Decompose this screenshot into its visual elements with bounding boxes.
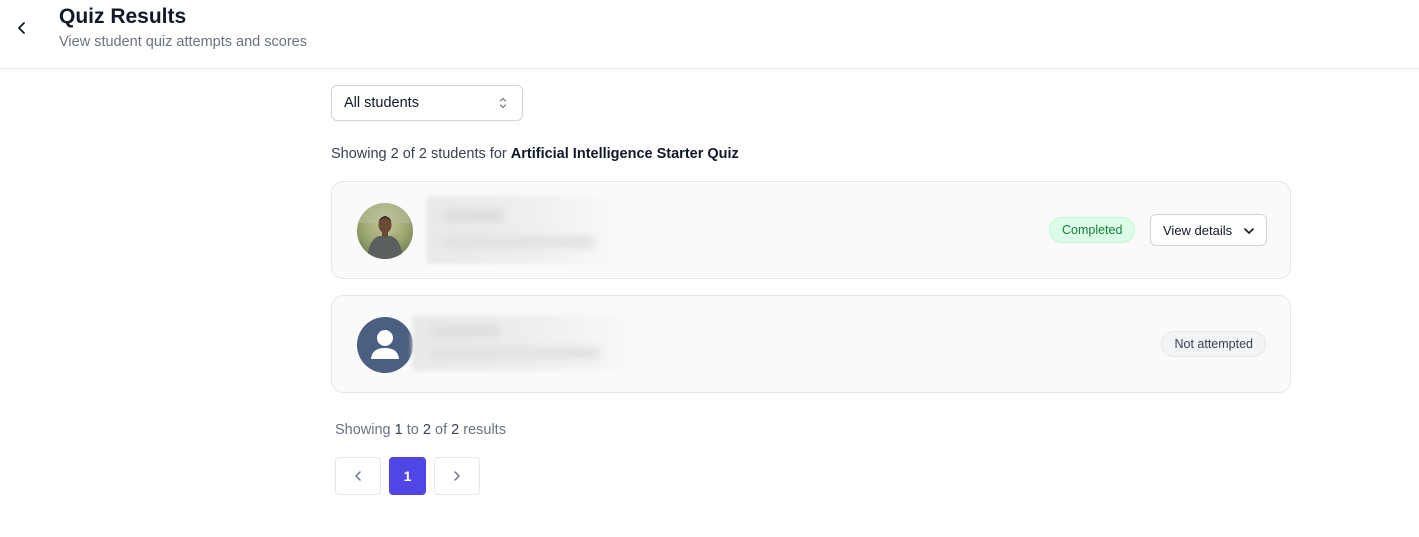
student-photo-icon xyxy=(357,203,413,259)
results-from: 1 xyxy=(394,422,403,438)
next-page-button[interactable] xyxy=(434,457,480,495)
status-badge: Completed xyxy=(1049,217,1136,243)
students-summary: Showing 2 of 2 students for Artificial I… xyxy=(331,146,739,162)
chevron-up-down-icon xyxy=(499,97,507,109)
student-info-redacted xyxy=(426,196,622,264)
results-count: Showing 1 to 2 of 2 results xyxy=(335,422,506,438)
chevron-left-icon xyxy=(18,22,25,34)
avatar xyxy=(357,317,413,373)
results-showing-label: Showing xyxy=(335,422,391,438)
chevron-right-icon xyxy=(454,471,460,481)
status-badge: Not attempted xyxy=(1161,331,1266,357)
chevron-left-icon xyxy=(355,471,361,481)
chevron-down-icon xyxy=(1244,228,1254,234)
results-total: 2 xyxy=(451,422,460,438)
student-filter-value: All students xyxy=(344,95,419,111)
back-button[interactable] xyxy=(12,18,32,38)
student-card: Completed View details xyxy=(331,181,1291,279)
view-details-label: View details xyxy=(1163,222,1233,238)
student-card: Not attempted xyxy=(331,295,1291,393)
quiz-name: Artificial Intelligence Starter Quiz xyxy=(510,146,739,162)
page-subtitle: View student quiz attempts and scores xyxy=(59,34,307,50)
previous-page-button[interactable] xyxy=(335,457,381,495)
page-title: Quiz Results xyxy=(59,5,187,28)
results-word: results xyxy=(463,422,506,438)
avatar xyxy=(357,203,413,259)
summary-prefix: Showing 2 of 2 students for xyxy=(331,146,507,162)
results-to-label: to xyxy=(406,422,419,438)
results-to: 2 xyxy=(422,422,431,438)
page-1-button[interactable]: 1 xyxy=(389,457,426,495)
page-header: Quiz Results View student quiz attempts … xyxy=(0,0,1419,69)
view-details-button[interactable]: View details xyxy=(1150,214,1267,246)
student-info-redacted xyxy=(412,315,644,371)
results-of-label: of xyxy=(435,422,448,438)
default-user-icon xyxy=(357,317,413,373)
student-filter-select[interactable]: All students xyxy=(331,85,523,121)
